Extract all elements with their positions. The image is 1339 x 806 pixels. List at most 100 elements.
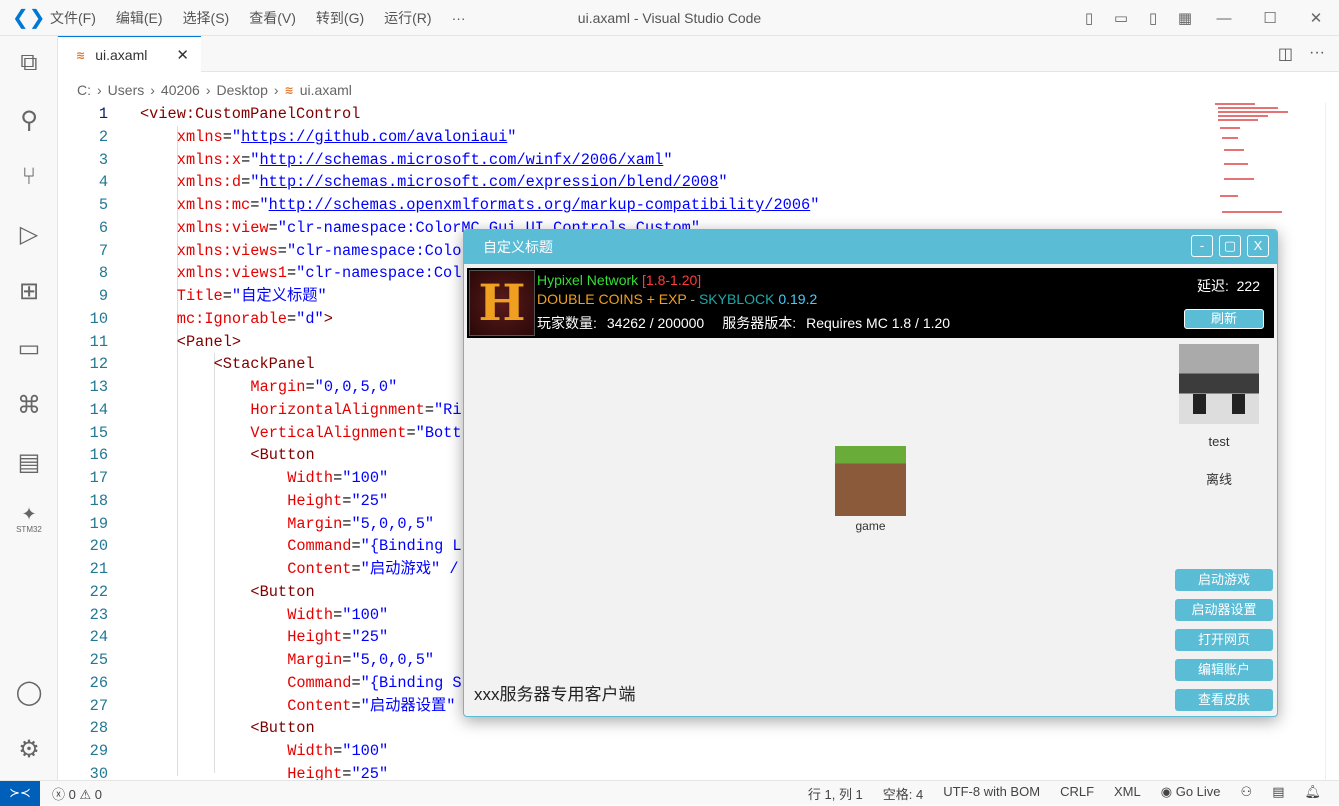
line-number: 5 <box>98 196 108 214</box>
code-text: Height="25" <box>287 490 388 513</box>
notifications-bell-icon[interactable]: 🔔︎ <box>1304 784 1321 803</box>
menu-more[interactable]: ··· <box>452 10 466 26</box>
stm32-icon[interactable]: ✦ STM32 <box>0 496 58 542</box>
cursor-position[interactable]: 行 1, 列 1 <box>808 784 863 803</box>
menu-view[interactable]: 查看(V) <box>249 10 296 26</box>
code-line[interactable]: 29 Width="100" <box>58 740 1208 763</box>
customize-layout-icon[interactable]: ▦ <box>1169 9 1201 27</box>
explorer-icon[interactable]: ⧉ <box>0 40 58 86</box>
minimap[interactable] <box>1210 103 1290 223</box>
code-token: = <box>222 127 232 146</box>
remote-indicator-icon[interactable]: ≻≺ <box>0 780 40 806</box>
line-number: 15 <box>89 423 108 442</box>
code-token: Margin <box>287 651 343 669</box>
code-line[interactable]: 5 xmlns:mc="http://schemas.openxmlformats… <box>58 194 1208 217</box>
tab-close-icon[interactable]: ✕ <box>176 46 189 64</box>
account-icon[interactable]: ◯ <box>0 669 58 715</box>
code-token: "100" <box>342 469 389 487</box>
maximize-button[interactable]: ☐ <box>1247 9 1293 27</box>
code-token: "clr-namespace:Colo <box>286 241 462 260</box>
code-text: Content="启动游戏" / <box>287 558 458 581</box>
breadcrumb-desktop[interactable]: Desktop <box>217 82 268 98</box>
breadcrumb-file[interactable]: ui.axaml <box>300 82 352 98</box>
go-live-button[interactable]: ◉ Go Live <box>1161 784 1221 803</box>
open-webpage-button[interactable]: 打开网页 <box>1175 629 1273 651</box>
indentation[interactable]: 空格: 4 <box>883 784 923 803</box>
breadcrumb-user[interactable]: 40206 <box>161 82 200 98</box>
launcher-settings-button[interactable]: 启动器设置 <box>1175 599 1273 621</box>
game-label: game <box>855 519 886 533</box>
editor-scrollbar[interactable] <box>1325 103 1339 780</box>
code-token: <Button <box>250 582 315 601</box>
extensions-icon[interactable]: ⊞ <box>0 268 58 314</box>
dialog-title-bar[interactable]: 自定义标题 - ▢ X <box>464 230 1277 264</box>
code-token: = <box>351 696 361 715</box>
remote-explorer-icon[interactable]: ▭ <box>0 325 58 371</box>
launch-game-button[interactable]: 启动游戏 <box>1175 569 1273 591</box>
code-line[interactable]: 4 xmlns:d= "http://schemas.microsoft.com/e… <box>58 171 1208 194</box>
dialog-maximize-button[interactable]: ▢ <box>1219 235 1241 257</box>
player-skin-head[interactable] <box>1179 344 1259 424</box>
code-line[interactable]: 28 <Button <box>58 717 1208 740</box>
toggle-panel-icon[interactable]: ▭ <box>1105 9 1137 27</box>
line-number: 11 <box>89 332 108 351</box>
menu-selection[interactable]: 选择(S) <box>183 10 230 26</box>
dialog-minimize-button[interactable]: - <box>1191 235 1213 257</box>
xml-file-icon: ≋ <box>284 84 294 97</box>
tab-ui-axaml[interactable]: ≋ ui.axaml ✕ <box>58 36 201 73</box>
toggle-sidebar-icon[interactable]: ▯ <box>1073 9 1105 27</box>
edit-account-button[interactable]: 编辑账户 <box>1175 659 1273 681</box>
menu-edit[interactable]: 编辑(E) <box>116 10 163 26</box>
split-editor-icon[interactable]: ◫ <box>1278 44 1293 64</box>
code-text: Width="100" <box>287 467 388 490</box>
code-line[interactable]: 2 xmlns="https://github.com/avaloniaui" <box>58 126 1208 149</box>
minimize-button[interactable]: — <box>1201 10 1247 27</box>
line-number: 25 <box>89 651 108 669</box>
server-name: Hypixel Network <box>537 272 639 288</box>
motd-part1: DOUBLE COINS + EXP <box>537 291 687 307</box>
line-number: 22 <box>89 582 108 601</box>
grass-block-game-icon[interactable] <box>835 446 906 516</box>
run-debug-icon[interactable]: ▷ <box>0 211 58 257</box>
language-mode[interactable]: XML <box>1114 784 1141 803</box>
breadcrumb-users[interactable]: Users <box>108 82 145 98</box>
code-token: = <box>286 309 297 328</box>
line-number: 21 <box>89 560 108 578</box>
code-token: <Button <box>250 446 315 465</box>
menu-file[interactable]: 文件(F) <box>50 10 96 26</box>
code-line[interactable]: 3 xmlns:x= "http://schemas.microsoft.com/w… <box>58 149 1208 172</box>
code-token: "Ri <box>434 400 462 419</box>
breadcrumb-drive[interactable]: C: <box>77 82 91 98</box>
dialog-close-button[interactable]: X <box>1247 235 1269 257</box>
close-button[interactable]: ✕ <box>1293 9 1339 27</box>
line-ending[interactable]: CRLF <box>1060 784 1094 803</box>
go-live-label: Go Live <box>1175 783 1221 799</box>
settings-gear-icon[interactable]: ⚙ <box>0 726 58 772</box>
folder-icon[interactable]: ▤ <box>0 439 58 485</box>
code-token: = <box>286 264 297 283</box>
motd-part3: 0.19.2 <box>778 291 818 307</box>
menu-go[interactable]: 转到(G) <box>316 10 364 26</box>
toggle-secondary-sidebar-icon[interactable]: ▯ <box>1137 9 1169 27</box>
python-icon[interactable]: ⌘ <box>0 382 58 428</box>
search-icon[interactable]: ⚲ <box>0 97 58 143</box>
code-token: <Panel> <box>176 332 242 351</box>
feedback-icon[interactable]: ▤ <box>1272 784 1284 803</box>
more-actions-icon[interactable]: ··· <box>1309 44 1325 64</box>
accounts-icon[interactable]: ⚇ <box>1241 784 1253 803</box>
menu-run[interactable]: 运行(R) <box>384 10 431 26</box>
view-skin-button[interactable]: 查看皮肤 <box>1175 689 1273 711</box>
encoding[interactable]: UTF-8 with BOM <box>943 784 1040 803</box>
status-bar: ≻≺ ⓧ 0 ⚠ 0 行 1, 列 1 空格: 4 UTF-8 with BOM… <box>0 780 1339 806</box>
code-token: = <box>406 423 416 442</box>
code-line[interactable]: 30 Height="25" <box>58 763 1208 780</box>
code-token: http://schemas.openxmlformats.org/markup… <box>268 196 811 214</box>
code-line[interactable]: 1 <view:CustomPanelControl <box>58 103 1208 126</box>
code-token: = <box>333 469 343 487</box>
problems-indicator[interactable]: ⓧ 0 ⚠ 0 <box>52 784 102 803</box>
refresh-button[interactable]: 刷新 <box>1184 309 1264 329</box>
source-control-icon[interactable]: ⑂ <box>0 154 58 200</box>
line-number: 28 <box>89 719 108 738</box>
ping-value: 222 <box>1236 278 1260 294</box>
code-text: <StackPanel <box>214 353 315 376</box>
